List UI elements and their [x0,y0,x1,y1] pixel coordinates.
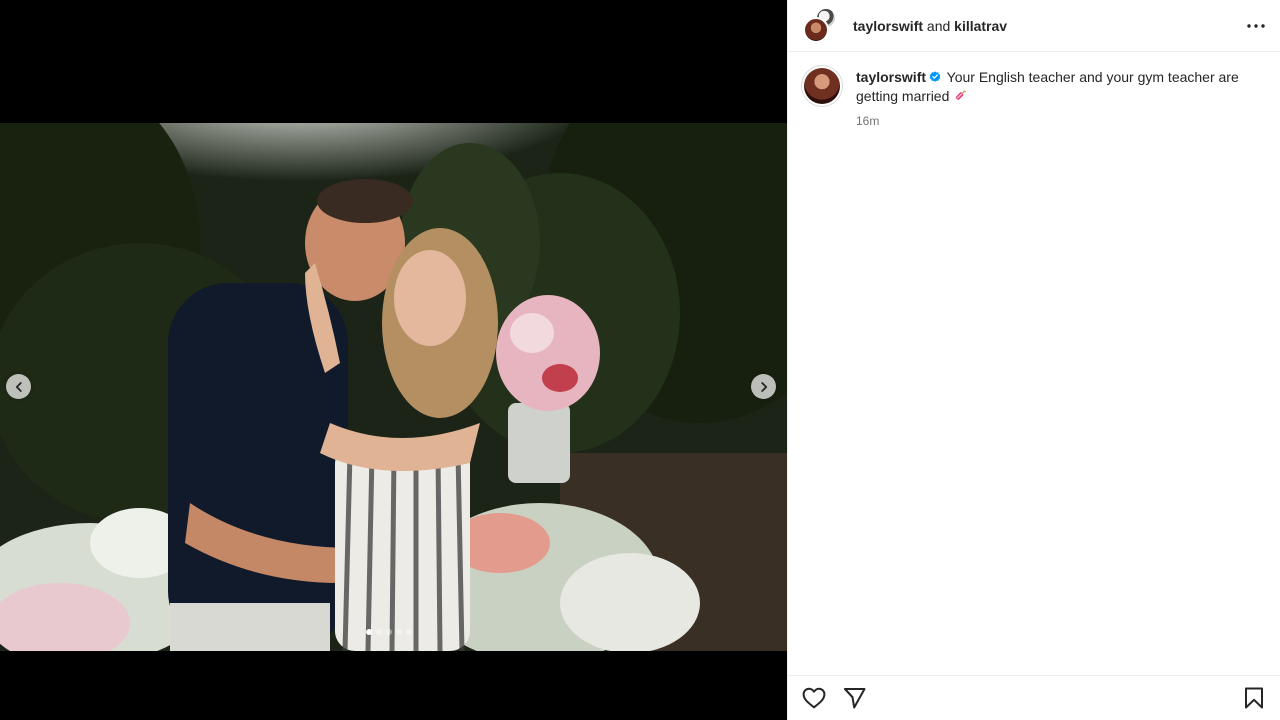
collab-avatars[interactable] [803,6,837,43]
chevron-right-icon [760,381,767,392]
carousel-prev-button[interactable] [6,374,31,399]
carousel-dot [366,629,372,635]
chevron-left-icon [15,381,22,392]
photo-illustration [0,123,787,651]
carousel-dot [376,629,382,635]
send-icon [843,688,865,709]
carousel-next-button[interactable] [751,374,776,399]
header-username-1[interactable]: taylorswift [853,18,923,34]
more-options-button[interactable] [1244,14,1268,38]
verified-badge-icon [929,71,941,82]
save-button[interactable] [1240,684,1268,712]
header-username-2[interactable]: killatrav [954,18,1007,34]
post-actions [788,675,1280,720]
post-modal: taylorswift and killatrav taylorswift Yo [0,0,1280,720]
carousel-dot [386,629,392,635]
heart-icon [802,687,826,709]
post-photo[interactable] [0,123,787,651]
post-header: taylorswift and killatrav [788,0,1280,52]
header-joiner: and [926,17,951,34]
post-side-panel: taylorswift and killatrav taylorswift Yo [787,0,1280,720]
more-horizontal-icon [1247,24,1265,28]
avatar-taylorswift[interactable] [803,16,829,43]
caption-body: taylorswift Your English teacher and you… [856,68,1256,131]
share-button[interactable] [840,684,868,712]
post-caption: taylorswift Your English teacher and you… [788,52,1280,131]
carousel-dot [406,629,412,635]
like-button[interactable] [800,684,828,712]
collab-usernames: taylorswift and killatrav [853,18,1007,34]
carousel-indicator [366,629,412,635]
carousel-dot [396,629,402,635]
dynamite-emoji-icon [956,90,967,100]
bookmark-icon [1245,687,1263,709]
caption-username[interactable]: taylorswift [856,69,926,85]
caption-avatar[interactable] [804,68,840,104]
post-media [0,0,787,720]
post-timestamp[interactable]: 16m [856,112,1256,131]
